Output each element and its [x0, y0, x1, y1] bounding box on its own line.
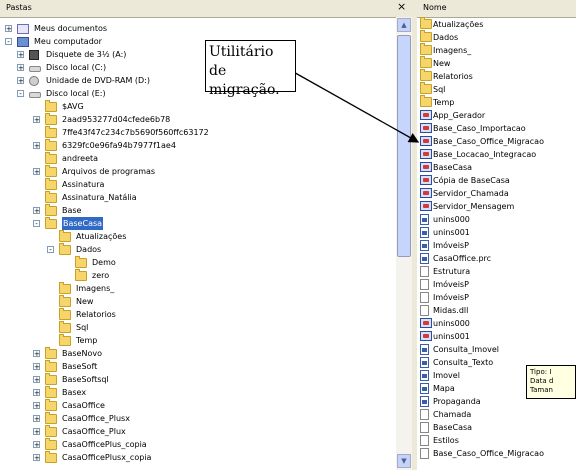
- callout-text: Utilitário de migração.: [209, 44, 280, 98]
- tooltip: Tipo: I Data d Taman: [526, 365, 576, 399]
- tooltip-line: Taman: [530, 386, 553, 394]
- tooltip-line: Tipo: I: [530, 368, 552, 376]
- tooltip-line: Data d: [530, 377, 554, 385]
- callout-box: Utilitário de migração.: [205, 40, 296, 98]
